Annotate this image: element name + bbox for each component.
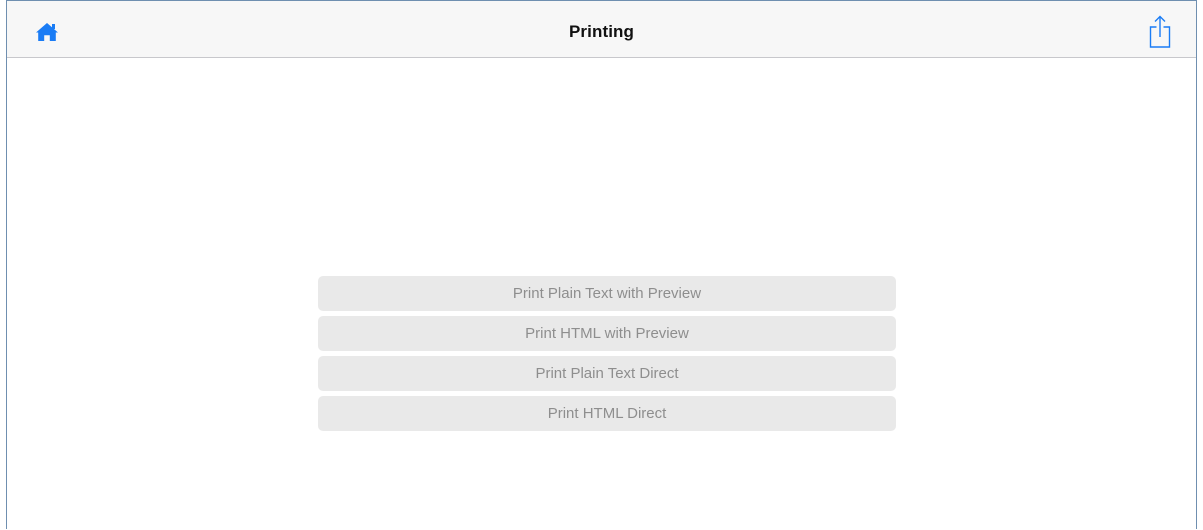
print-plain-text-direct-button[interactable]: Print Plain Text Direct: [318, 356, 896, 391]
app-window: Printing Print Plain Text with Preview P…: [6, 0, 1197, 529]
share-icon: [1149, 15, 1171, 48]
print-plain-text-preview-button[interactable]: Print Plain Text with Preview: [318, 276, 896, 311]
share-button[interactable]: [1148, 15, 1172, 49]
print-html-preview-button[interactable]: Print HTML with Preview: [318, 316, 896, 351]
print-html-direct-button[interactable]: Print HTML Direct: [318, 396, 896, 431]
print-options-list: Print Plain Text with Preview Print HTML…: [318, 276, 896, 436]
page-title: Printing: [568, 22, 634, 41]
navigation-bar: Printing: [7, 1, 1196, 58]
main-content: Print Plain Text with Preview Print HTML…: [7, 58, 1196, 530]
